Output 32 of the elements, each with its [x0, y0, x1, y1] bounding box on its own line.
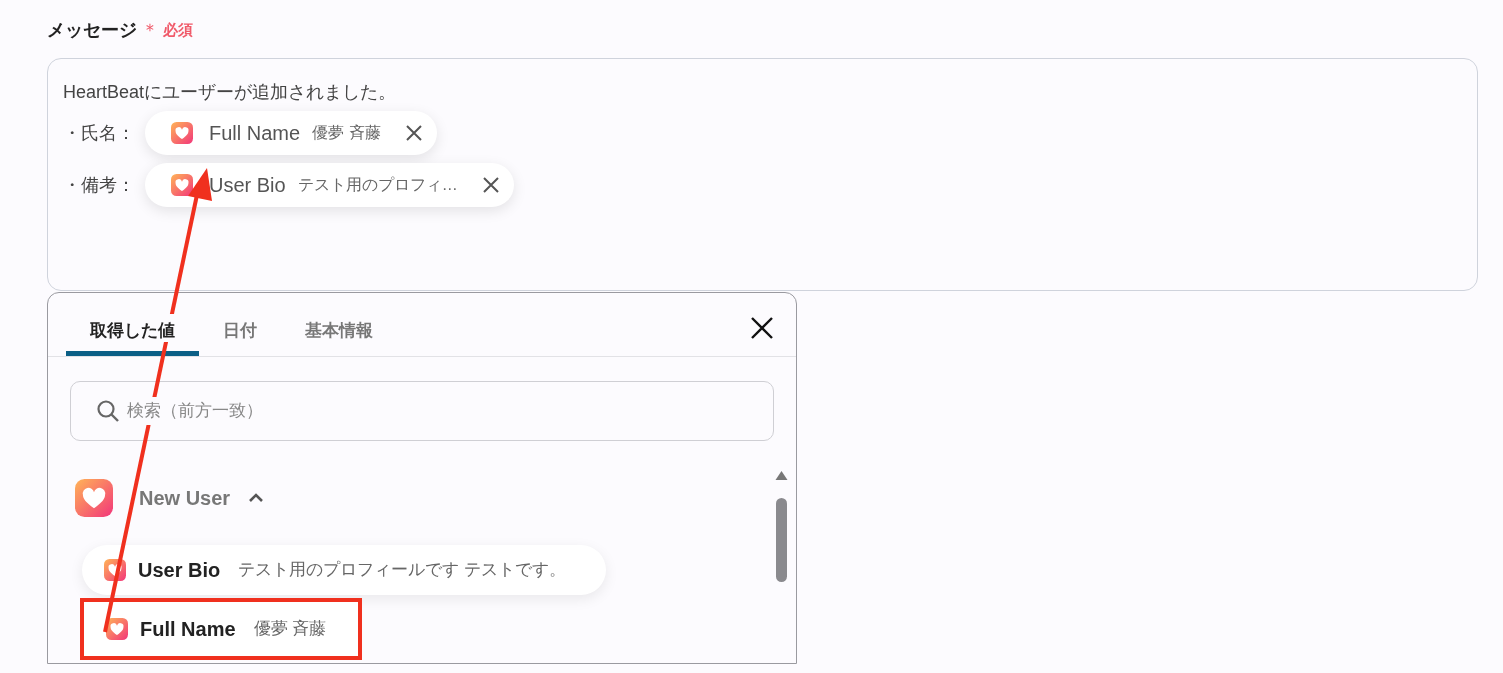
tab[interactable]: 基本情報	[281, 311, 397, 356]
variable-item[interactable]: Full Name 優夢 斉藤	[80, 598, 363, 660]
item-value: 優夢 斉藤	[253, 618, 327, 641]
field-label: メッセージ	[47, 18, 137, 42]
chip-label: Full Name	[209, 121, 301, 146]
row-label: ・備考：	[63, 173, 133, 197]
required-mark: ＊	[141, 18, 159, 42]
row-label: ・氏名：	[63, 121, 133, 145]
remove-icon[interactable]	[404, 124, 423, 142]
chip-value: 優夢 斉藤	[312, 123, 381, 143]
variable-chip[interactable]: User Bio テスト用のプロフィ…	[145, 163, 514, 207]
group-name: New User	[139, 486, 231, 511]
message-line: HeartBeatにユーザーが追加されました。	[63, 81, 398, 104]
tab[interactable]: 日付	[199, 311, 281, 356]
item-label: Full Name	[140, 617, 236, 642]
chip-value: テスト用のプロフィ…	[297, 175, 458, 195]
search-icon	[96, 399, 120, 423]
message-input[interactable]: HeartBeatにユーザーが追加されました。 ・氏名： Full Name 優夢 斉藤 ・備考： User Bio テスト用のプロフィ…	[47, 58, 1478, 291]
item-value: テスト用のプロフィールです テストです。	[238, 559, 566, 582]
variable-item[interactable]: User Bio テスト用のプロフィールです テストです。	[82, 545, 606, 595]
scrollbar-thumb[interactable]	[776, 498, 787, 582]
remove-icon[interactable]	[481, 176, 500, 194]
tab[interactable]: 取得した値	[66, 311, 199, 356]
app-icon	[75, 479, 113, 517]
scroll-up-icon[interactable]	[775, 471, 788, 480]
search-field[interactable]: 検索（前方一致）	[70, 381, 774, 441]
item-label: User Bio	[138, 558, 221, 583]
close-icon[interactable]	[750, 316, 774, 340]
required-label: 必須	[163, 19, 193, 40]
chevron-icon[interactable]	[248, 493, 265, 503]
chip-label: User Bio	[209, 173, 286, 198]
variable-chip[interactable]: Full Name 優夢 斉藤	[145, 111, 437, 155]
